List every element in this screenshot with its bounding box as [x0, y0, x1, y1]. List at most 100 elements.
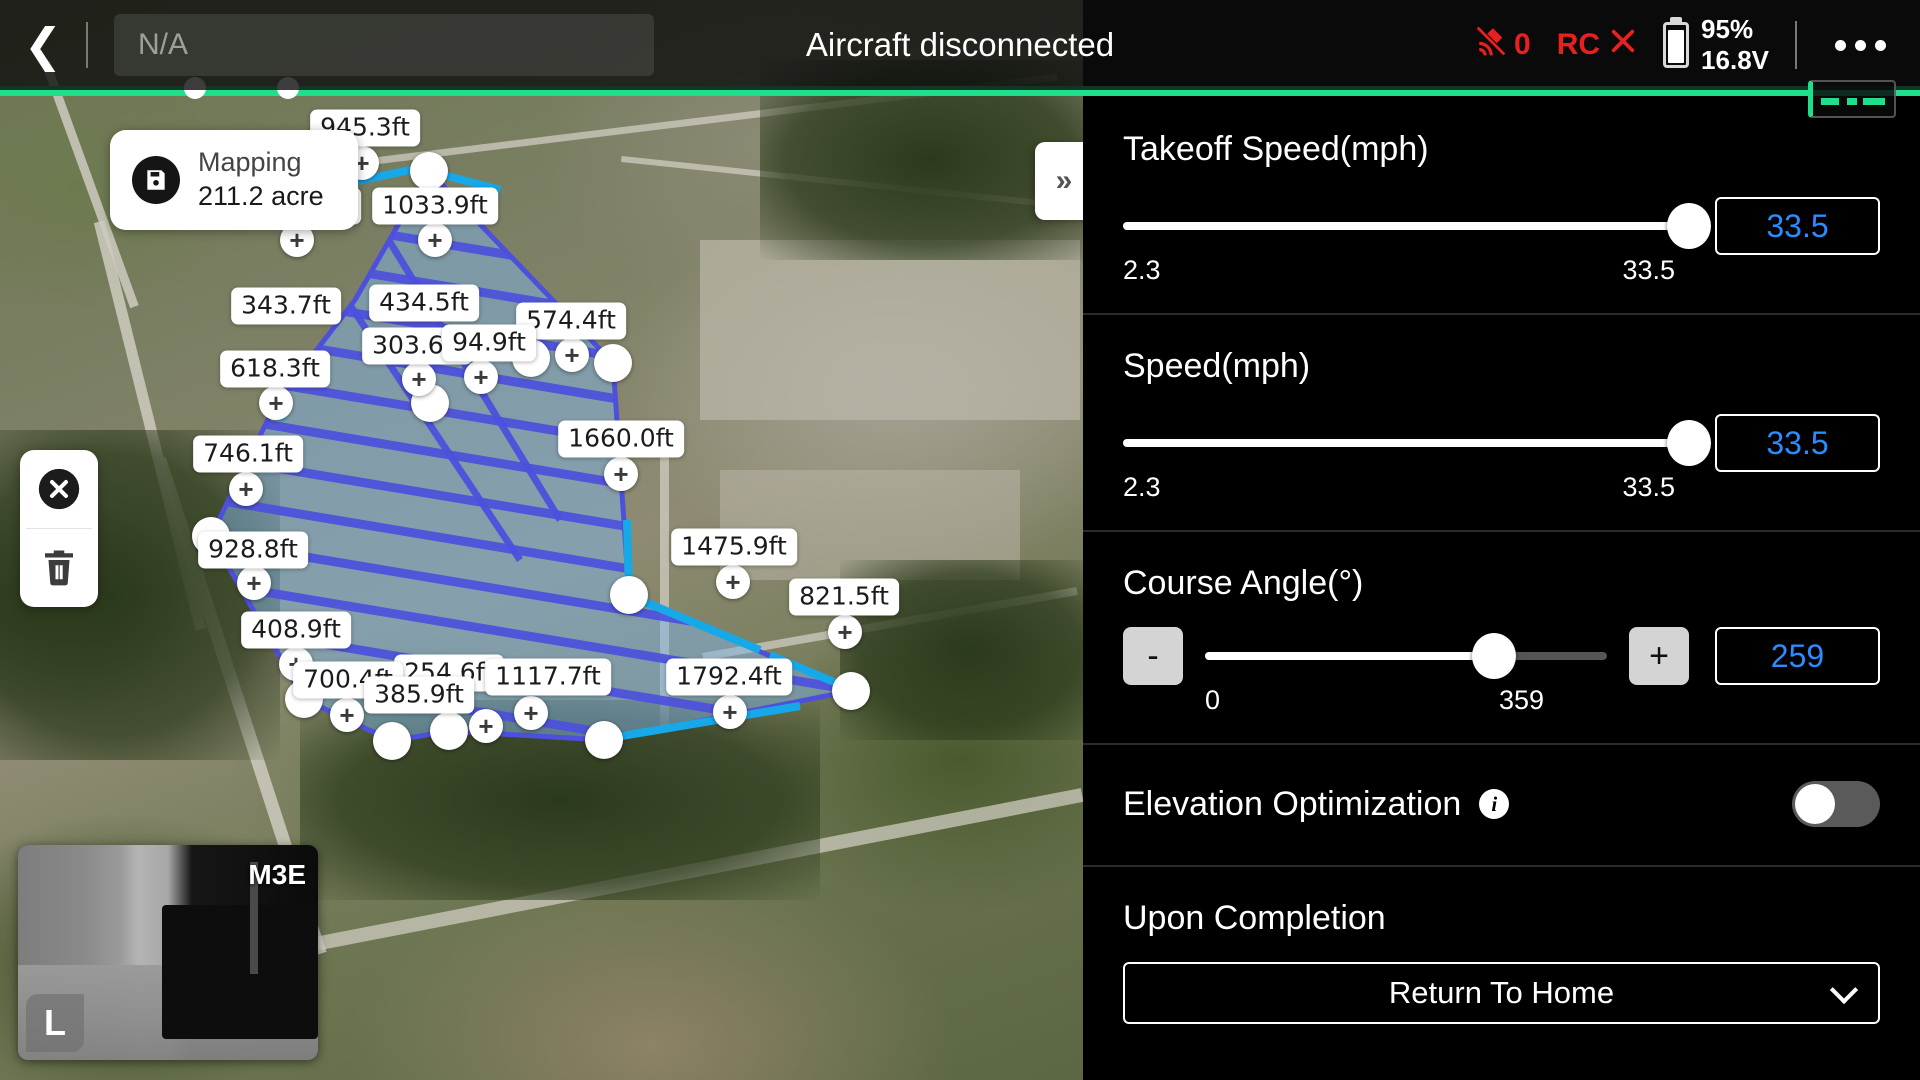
- rc-status: RC: [1557, 27, 1637, 63]
- edge-distance-label: 434.5ft: [369, 284, 479, 322]
- battery-percent: 95%: [1701, 14, 1754, 45]
- speed-value[interactable]: 33.5: [1715, 414, 1880, 472]
- more-options-button[interactable]: [1823, 39, 1898, 51]
- setting-label: Takeoff Speed(mph): [1123, 130, 1429, 168]
- takeoff-speed-slider-row: 33.5: [1123, 197, 1880, 255]
- setting-label: Elevation Optimization: [1123, 784, 1462, 823]
- chevron-down-icon: [1829, 975, 1859, 1005]
- add-vertex-handle[interactable]: +: [555, 338, 589, 372]
- polygon-vertex[interactable]: [410, 152, 448, 190]
- polygon-vertex[interactable]: [610, 576, 648, 614]
- polygon-vertex[interactable]: [585, 721, 623, 759]
- add-vertex-handle[interactable]: +: [514, 696, 548, 730]
- more-options-icon: [1835, 39, 1846, 51]
- satellite-off-icon: [1474, 25, 1508, 65]
- add-vertex-handle[interactable]: +: [229, 472, 263, 506]
- speed-range: 2.3 33.5: [1123, 472, 1880, 512]
- setting-speed: Speed(mph) 33.5 2.3 33.5: [1083, 313, 1920, 530]
- add-vertex-handle[interactable]: +: [402, 362, 436, 396]
- edge-distance-label: 1033.9ft: [372, 187, 498, 225]
- range-min-label: 2.3: [1123, 255, 1161, 285]
- add-vertex-handle[interactable]: +: [716, 565, 750, 599]
- course-angle-decrement-button[interactable]: -: [1123, 627, 1183, 685]
- header-status-group: 0 RC 95% 16.8V: [1474, 0, 1920, 90]
- slider-knob[interactable]: [1667, 203, 1711, 249]
- edge-distance-label: 1475.9ft: [671, 528, 797, 566]
- polygon-vertex[interactable]: [430, 712, 468, 750]
- slider-knob[interactable]: [1667, 420, 1711, 466]
- course-angle-slider[interactable]: [1205, 633, 1607, 679]
- info-icon[interactable]: i: [1479, 789, 1510, 819]
- edge-distance-label: 821.5ft: [789, 578, 899, 616]
- mission-info-card[interactable]: Mapping 211.2 acre: [110, 130, 358, 230]
- back-button[interactable]: ❮: [0, 0, 86, 90]
- edge-distance-label: 746.1ft: [193, 435, 303, 473]
- range-max-label: 33.5: [1622, 472, 1675, 502]
- mission-area-label: 211.2 acre: [198, 180, 324, 211]
- edge-distance-label: 343.7ft: [231, 287, 341, 325]
- edge-distance-label: 928.8ft: [198, 531, 308, 569]
- map-view[interactable]: + + + + + + + + + + + + + + + + + 945.3f…: [0, 0, 1083, 1080]
- elevation-optimization-toggle[interactable]: [1792, 781, 1880, 827]
- expand-panel-button[interactable]: »: [1035, 142, 1083, 220]
- add-vertex-handle[interactable]: +: [713, 695, 747, 729]
- polygon-vertex[interactable]: [594, 344, 632, 382]
- polygon-vertex[interactable]: [832, 672, 870, 710]
- edge-distance-label: 408.9ft: [241, 611, 351, 649]
- more-options-icon: [1855, 39, 1866, 51]
- course-angle-increment-button[interactable]: +: [1629, 627, 1689, 685]
- slider-fill: [1123, 222, 1689, 230]
- edge-distance-label: 385.9ft: [364, 676, 474, 714]
- edge-distance-label: 1117.7ft: [485, 658, 611, 696]
- mission-settings-panel[interactable]: Takeoff Speed(mph) 33.5 2.3 33.5 Speed(m…: [1083, 96, 1920, 1080]
- slider-knob[interactable]: [1472, 633, 1517, 679]
- satellite-count: 0: [1514, 28, 1531, 61]
- add-vertex-handle[interactable]: +: [604, 457, 638, 491]
- edge-distance-label: 1660.0ft: [558, 420, 684, 458]
- setting-takeoff-speed: Takeoff Speed(mph) 33.5 2.3 33.5: [1083, 96, 1920, 313]
- course-angle-slider-row: - + 259: [1123, 627, 1880, 685]
- delete-mission-button[interactable]: [20, 529, 98, 607]
- edge-distance-label: 1792.4ft: [666, 658, 792, 696]
- slider-fill: [1123, 439, 1689, 447]
- drone-mission-planner-screen: + + + + + + + + + + + + + + + + + 945.3f…: [0, 0, 1920, 1080]
- takeoff-speed-slider[interactable]: [1123, 203, 1711, 249]
- add-vertex-handle[interactable]: +: [828, 615, 862, 649]
- battery-voltage: 16.8V: [1701, 45, 1769, 75]
- battery-status: 95% 16.8V: [1663, 14, 1769, 75]
- range-max-label: 33.5: [1622, 255, 1675, 285]
- setting-label: Course Angle(°): [1123, 564, 1364, 602]
- add-vertex-handle[interactable]: +: [259, 386, 293, 420]
- add-vertex-handle[interactable]: +: [469, 709, 503, 743]
- mission-type-label: Mapping: [198, 147, 302, 177]
- x-mark-icon: [1609, 27, 1637, 63]
- speed-slider[interactable]: [1123, 420, 1711, 466]
- close-mission-button[interactable]: [20, 450, 98, 528]
- camera-lens-badge[interactable]: L: [26, 994, 84, 1052]
- mission-name-input[interactable]: N/A: [114, 14, 654, 76]
- range-max-label: 359: [1499, 685, 1545, 715]
- upon-completion-dropdown[interactable]: Return To Home: [1123, 962, 1880, 1024]
- takeoff-speed-value[interactable]: 33.5: [1715, 197, 1880, 255]
- course-angle-range: 0 359: [1205, 685, 1880, 725]
- add-vertex-handle[interactable]: +: [237, 566, 271, 600]
- camera-feed-object: [162, 905, 318, 1039]
- double-chevron-right-icon: »: [1055, 164, 1073, 197]
- rc-label: RC: [1556, 28, 1601, 61]
- header-divider: [86, 22, 88, 68]
- polygon-vertex[interactable]: [373, 722, 411, 760]
- battery-readout: 95% 16.8V: [1701, 14, 1769, 75]
- upon-completion-selected: Return To Home: [1388, 975, 1615, 1010]
- add-vertex-handle[interactable]: +: [330, 698, 364, 732]
- range-min-label: 2.3: [1123, 472, 1161, 502]
- edge-distance-label: 94.9ft: [442, 324, 536, 362]
- chevron-left-icon: ❮: [23, 19, 63, 71]
- course-angle-value[interactable]: 259: [1715, 627, 1880, 685]
- camera-preview[interactable]: M3E L: [18, 845, 318, 1060]
- camera-model-label: M3E: [248, 859, 306, 890]
- top-status-bar: ❮ N/A Aircraft disconnected 0 RC 95% 16.…: [0, 0, 1920, 90]
- add-vertex-handle[interactable]: +: [418, 223, 452, 257]
- add-vertex-handle[interactable]: +: [464, 360, 498, 394]
- setting-label: Speed(mph): [1123, 347, 1311, 385]
- setting-upon-completion: Upon Completion Return To Home: [1083, 865, 1920, 1054]
